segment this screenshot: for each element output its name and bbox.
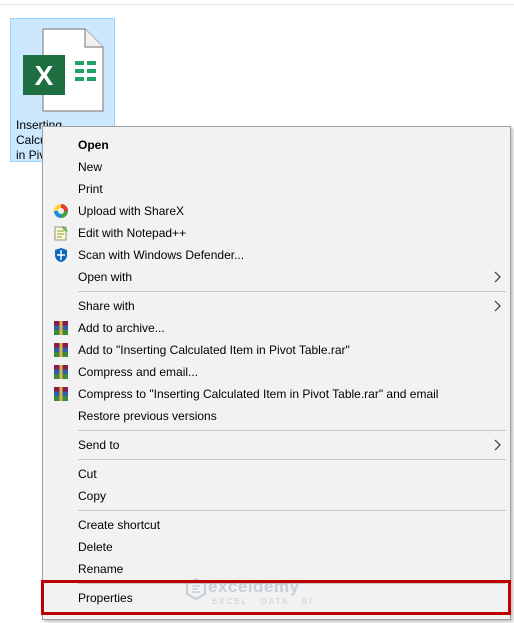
menu-item-add-to-archive[interactable]: Add to archive...: [43, 317, 510, 339]
menu-item-cut[interactable]: Cut: [43, 463, 510, 485]
properties-highlight-box: [41, 580, 511, 615]
excel-file-icon: X: [23, 28, 104, 112]
sharex-icon: [54, 204, 68, 218]
menu-item-label: Share with: [78, 299, 135, 313]
menu-item-label: Add to "Inserting Calculated Item in Piv…: [78, 343, 350, 357]
menu-item-copy[interactable]: Copy: [43, 485, 510, 507]
menu-item-label: New: [78, 160, 103, 174]
menu-separator: [78, 430, 506, 431]
context-menu: Open New Print Upload with ShareX Edit w…: [42, 126, 511, 620]
menu-item-label: Open with: [78, 270, 133, 284]
menu-item-scan-defender[interactable]: Scan with Windows Defender...: [43, 244, 510, 266]
menu-item-label: Create shortcut: [78, 518, 161, 532]
menu-item-label: Cut: [78, 467, 97, 481]
chevron-right-icon: [494, 300, 501, 312]
menu-item-compress-to-rar-email[interactable]: Compress to "Inserting Calculated Item i…: [43, 383, 510, 405]
menu-item-label: Compress and email...: [78, 365, 199, 379]
notepad-plus-plus-icon: [54, 226, 68, 241]
menu-item-open-with[interactable]: Open with: [43, 266, 510, 288]
menu-item-upload-sharex[interactable]: Upload with ShareX: [43, 200, 510, 222]
menu-item-label: Restore previous versions: [78, 409, 217, 423]
winrar-icon: [54, 321, 68, 335]
window-top-border: [0, 4, 514, 5]
winrar-icon: [54, 343, 68, 357]
winrar-icon: [54, 387, 68, 401]
menu-item-label: Rename: [78, 562, 124, 576]
menu-item-label: Add to archive...: [78, 321, 165, 335]
menu-separator: [78, 510, 506, 511]
menu-item-print[interactable]: Print: [43, 178, 510, 200]
menu-item-open[interactable]: Open: [43, 134, 510, 156]
menu-item-share-with[interactable]: Share with: [43, 295, 510, 317]
chevron-right-icon: [494, 271, 501, 283]
menu-item-send-to[interactable]: Send to: [43, 434, 510, 456]
menu-item-create-shortcut[interactable]: Create shortcut: [43, 514, 510, 536]
menu-item-delete[interactable]: Delete: [43, 536, 510, 558]
menu-item-label: Compress to "Inserting Calculated Item i…: [78, 387, 439, 401]
winrar-icon: [54, 365, 68, 379]
menu-item-label: Edit with Notepad++: [78, 226, 187, 240]
menu-separator: [78, 459, 506, 460]
menu-item-add-to-rar[interactable]: Add to "Inserting Calculated Item in Piv…: [43, 339, 510, 361]
svg-text:X: X: [35, 60, 54, 91]
menu-item-compress-email[interactable]: Compress and email...: [43, 361, 510, 383]
menu-item-edit-notepadpp[interactable]: Edit with Notepad++: [43, 222, 510, 244]
menu-item-label: Scan with Windows Defender...: [78, 248, 245, 262]
menu-item-label: Open: [78, 138, 109, 152]
menu-item-label: Send to: [78, 438, 120, 452]
menu-separator: [78, 291, 506, 292]
windows-defender-icon: [55, 248, 67, 262]
menu-item-label: Delete: [78, 540, 113, 554]
menu-item-restore-previous-versions[interactable]: Restore previous versions: [43, 405, 510, 427]
menu-item-label: Upload with ShareX: [78, 204, 185, 218]
menu-item-new[interactable]: New: [43, 156, 510, 178]
menu-item-label: Copy: [78, 489, 107, 503]
menu-item-label: Print: [78, 182, 103, 196]
chevron-right-icon: [494, 439, 501, 451]
